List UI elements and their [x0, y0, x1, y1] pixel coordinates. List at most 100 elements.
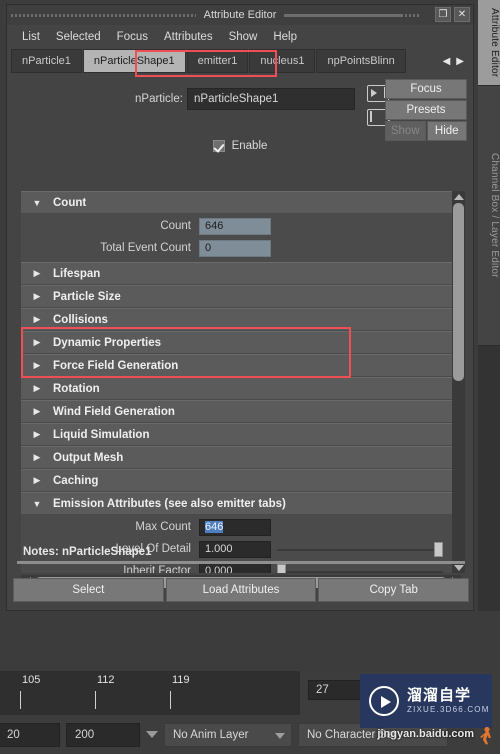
- attr-row-max-count: Max Count 646: [21, 517, 453, 537]
- total-event-count-value-field[interactable]: 0: [199, 239, 271, 257]
- vertical-scrollbar-thumb[interactable]: [453, 203, 464, 381]
- max-count-label: Max Count: [135, 521, 191, 533]
- attr-row-count: Count 646: [21, 216, 453, 236]
- menu-list[interactable]: List: [15, 28, 47, 46]
- liquid-simulation-expand-arrow-icon[interactable]: ▶: [21, 429, 53, 440]
- emission-collapse-arrow-icon[interactable]: ▼: [21, 499, 53, 509]
- collisions-expand-arrow-icon[interactable]: ▶: [21, 314, 53, 325]
- window-title: Attribute Editor: [195, 9, 285, 21]
- section-header-dynamic-properties[interactable]: ▶ Dynamic Properties: [21, 331, 453, 354]
- load-attributes-button[interactable]: Load Attributes: [165, 578, 317, 602]
- menu-focus[interactable]: Focus: [110, 28, 155, 46]
- menu-help[interactable]: Help: [266, 28, 304, 46]
- select-button[interactable]: Select: [13, 578, 164, 602]
- close-icon[interactable]: ✕: [454, 7, 470, 22]
- scroll-up-arrow-icon[interactable]: [453, 191, 464, 202]
- notes-area: Notes: nParticleShape1: [13, 544, 469, 564]
- tab-next-arrow-icon[interactable]: ▶: [456, 56, 464, 67]
- section-header-output-mesh[interactable]: ▶ Output Mesh: [21, 446, 453, 469]
- section-body-count: Count 646 Total Event Count 0: [21, 214, 453, 262]
- count-value-field[interactable]: 646: [199, 217, 271, 235]
- time-tick-label: 105: [22, 674, 41, 686]
- max-count-input[interactable]: 646: [199, 518, 271, 536]
- range-end-input[interactable]: 200: [66, 722, 140, 747]
- inherit-factor-label: Inherit Factor: [123, 565, 191, 573]
- section-title-output-mesh: Output Mesh: [53, 451, 124, 464]
- window-titlebar[interactable]: Attribute Editor ❐ ✕: [7, 5, 473, 25]
- count-collapse-arrow-icon[interactable]: ▼: [21, 198, 53, 208]
- caching-expand-arrow-icon[interactable]: ▶: [21, 475, 53, 486]
- output-mesh-expand-arrow-icon[interactable]: ▶: [21, 452, 53, 463]
- inherit-factor-slider-knob[interactable]: [277, 563, 286, 573]
- anim-layer-chevron-down-icon[interactable]: [275, 732, 285, 739]
- rotation-expand-arrow-icon[interactable]: ▶: [21, 383, 53, 394]
- watermark-secondary-url: jingyan.baidu.com: [377, 728, 474, 740]
- section-title-rotation: Rotation: [53, 382, 100, 395]
- total-event-count-label: Total Event Count: [100, 242, 191, 254]
- time-tick-mark: [170, 691, 171, 709]
- titlebar-buttons: ❐ ✕: [435, 7, 470, 22]
- time-tick-mark: [95, 691, 96, 709]
- hide-button[interactable]: Hide: [426, 121, 467, 141]
- bottom-button-row: Select Load Attributes Copy Tab: [13, 578, 470, 602]
- section-title-collisions: Collisions: [53, 313, 108, 326]
- presets-button[interactable]: Presets: [385, 100, 467, 120]
- enable-checkbox[interactable]: [212, 140, 225, 152]
- attribute-vertical-scrollbar[interactable]: [452, 191, 465, 573]
- section-header-emission-attributes[interactable]: ▼ Emission Attributes (see also emitter …: [21, 492, 453, 515]
- focus-button[interactable]: Focus: [385, 79, 467, 99]
- section-header-collisions[interactable]: ▶ Collisions: [21, 308, 453, 331]
- node-name-label: nParticle:: [135, 93, 183, 105]
- tab-nparticle1[interactable]: nParticle1: [11, 49, 82, 73]
- section-header-rotation[interactable]: ▶ Rotation: [21, 377, 453, 400]
- lifespan-expand-arrow-icon[interactable]: ▶: [21, 268, 53, 279]
- section-title-emission-attributes: Emission Attributes (see also emitter ta…: [53, 497, 286, 510]
- section-title-dynamic-properties: Dynamic Properties: [53, 336, 162, 349]
- time-tick-label: 119: [172, 674, 190, 686]
- range-start-input[interactable]: 20: [0, 722, 60, 747]
- dock-tab-attribute-editor[interactable]: Attribute Editor: [478, 0, 500, 87]
- copy-tab-button[interactable]: Copy Tab: [318, 578, 470, 602]
- tab-nparticleshape1[interactable]: nParticleShape1: [82, 49, 186, 73]
- dock-tab-channel-box[interactable]: Channel Box / Layer Editor: [478, 86, 500, 347]
- inherit-factor-slider[interactable]: [277, 563, 443, 573]
- wind-field-generation-expand-arrow-icon[interactable]: ▶: [21, 406, 53, 417]
- attribute-editor-window: Attribute Editor ❐ ✕ List Selected Focus…: [6, 4, 474, 611]
- section-header-count[interactable]: ▼ Count: [21, 191, 453, 214]
- time-ruler[interactable]: 105 112 119: [0, 671, 300, 715]
- max-count-value: 646: [205, 521, 224, 533]
- show-button[interactable]: Show: [385, 121, 426, 141]
- watermark-badge: 溜溜自学 ZIXUE.3D66.COM: [360, 674, 492, 728]
- force-field-generation-expand-arrow-icon[interactable]: ▶: [21, 360, 53, 371]
- inherit-factor-slider-track: [277, 570, 443, 573]
- menu-attributes[interactable]: Attributes: [157, 28, 220, 46]
- restore-icon[interactable]: ❐: [435, 7, 451, 22]
- notes-divider: [17, 561, 465, 564]
- section-title-particle-size: Particle Size: [53, 290, 121, 303]
- attribute-scroll-area: ▼ Count Count 646 Total Event Count 0 ▶: [13, 191, 469, 591]
- menu-show[interactable]: Show: [222, 28, 265, 46]
- tab-emitter1[interactable]: emitter1: [186, 49, 249, 73]
- watermark-url: ZIXUE.3D66.COM: [407, 704, 490, 714]
- node-name-input[interactable]: nParticleShape1: [187, 88, 355, 110]
- range-dropdown-arrow-icon[interactable]: [146, 731, 158, 738]
- section-header-force-field-generation[interactable]: ▶ Force Field Generation: [21, 354, 453, 377]
- count-label: Count: [160, 220, 191, 232]
- section-header-caching[interactable]: ▶ Caching: [21, 469, 453, 492]
- node-tab-strip: nParticle1 nParticleShape1 emitter1 nucl…: [7, 49, 473, 73]
- menubar: List Selected Focus Attributes Show Help: [7, 25, 473, 49]
- dynamic-properties-expand-arrow-icon[interactable]: ▶: [21, 337, 53, 348]
- node-name-row: nParticle: nParticleShape1 Focus Presets…: [7, 73, 473, 141]
- section-title-lifespan: Lifespan: [53, 267, 101, 280]
- tab-nucleus1[interactable]: nucleus1: [249, 49, 316, 73]
- menu-selected[interactable]: Selected: [49, 28, 108, 46]
- anim-layer-select[interactable]: No Anim Layer: [164, 722, 292, 747]
- tab-nppointsblinn[interactable]: npPointsBlinn: [316, 49, 406, 73]
- section-header-wind-field-generation[interactable]: ▶ Wind Field Generation: [21, 400, 453, 423]
- tab-prev-arrow-icon[interactable]: ◀: [443, 56, 451, 67]
- section-header-liquid-simulation[interactable]: ▶ Liquid Simulation: [21, 423, 453, 446]
- inherit-factor-input[interactable]: 0.000: [199, 562, 271, 573]
- section-header-lifespan[interactable]: ▶ Lifespan: [21, 262, 453, 285]
- section-header-particle-size[interactable]: ▶ Particle Size: [21, 285, 453, 308]
- particle-size-expand-arrow-icon[interactable]: ▶: [21, 291, 53, 302]
